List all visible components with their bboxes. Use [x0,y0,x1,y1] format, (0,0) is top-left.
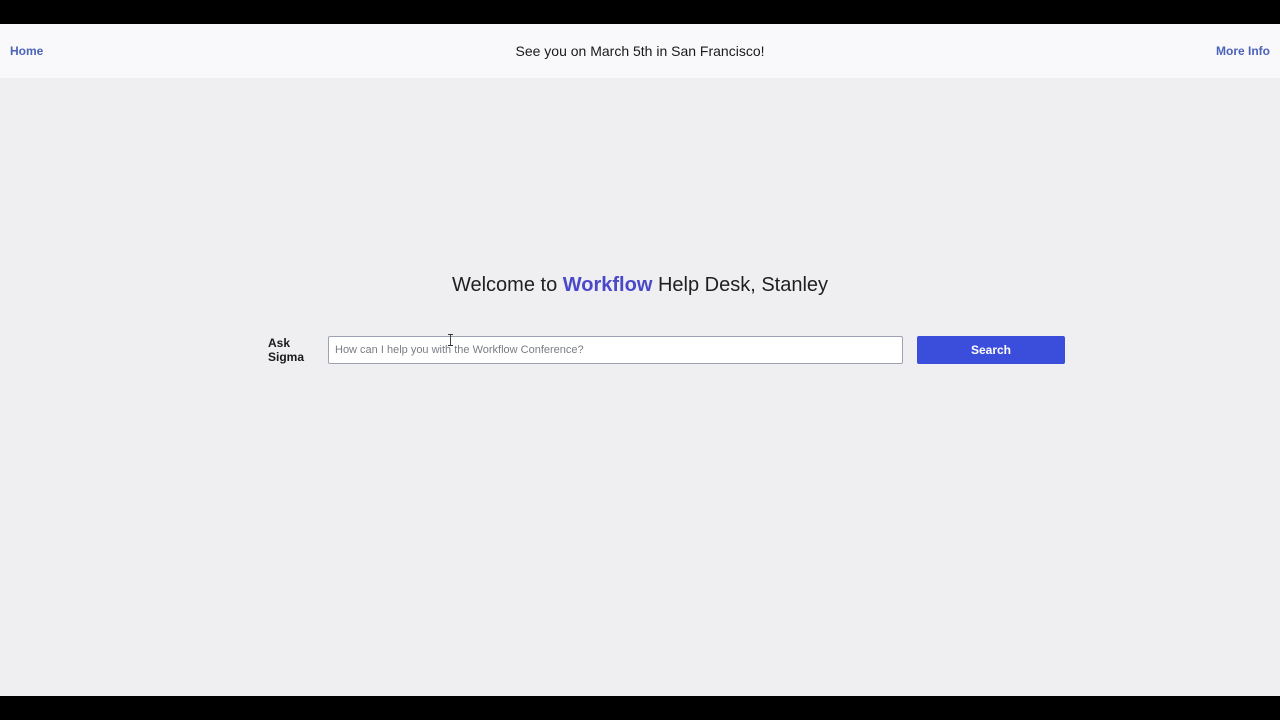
home-link[interactable]: Home [10,44,43,58]
search-button[interactable]: Search [917,336,1065,364]
search-input[interactable] [328,336,903,364]
brand-name: Workflow [562,274,653,296]
welcome-prefix: Welcome to [451,274,563,296]
ask-sigma-row: Ask Sigma Search [268,336,1065,364]
announcement-banner: See you on March 5th in San Francisco! [515,43,765,59]
top-navigation-bar: Home See you on March 5th in San Francis… [0,24,1280,78]
more-info-link[interactable]: More Info [1216,44,1270,58]
welcome-suffix: Help Desk, Stanley [652,274,829,296]
ask-sigma-label: Ask Sigma [268,336,305,364]
app-window: Home See you on March 5th in San Francis… [0,24,1280,696]
welcome-heading: Welcome to Workflow Help Desk, Stanley [0,274,1280,297]
